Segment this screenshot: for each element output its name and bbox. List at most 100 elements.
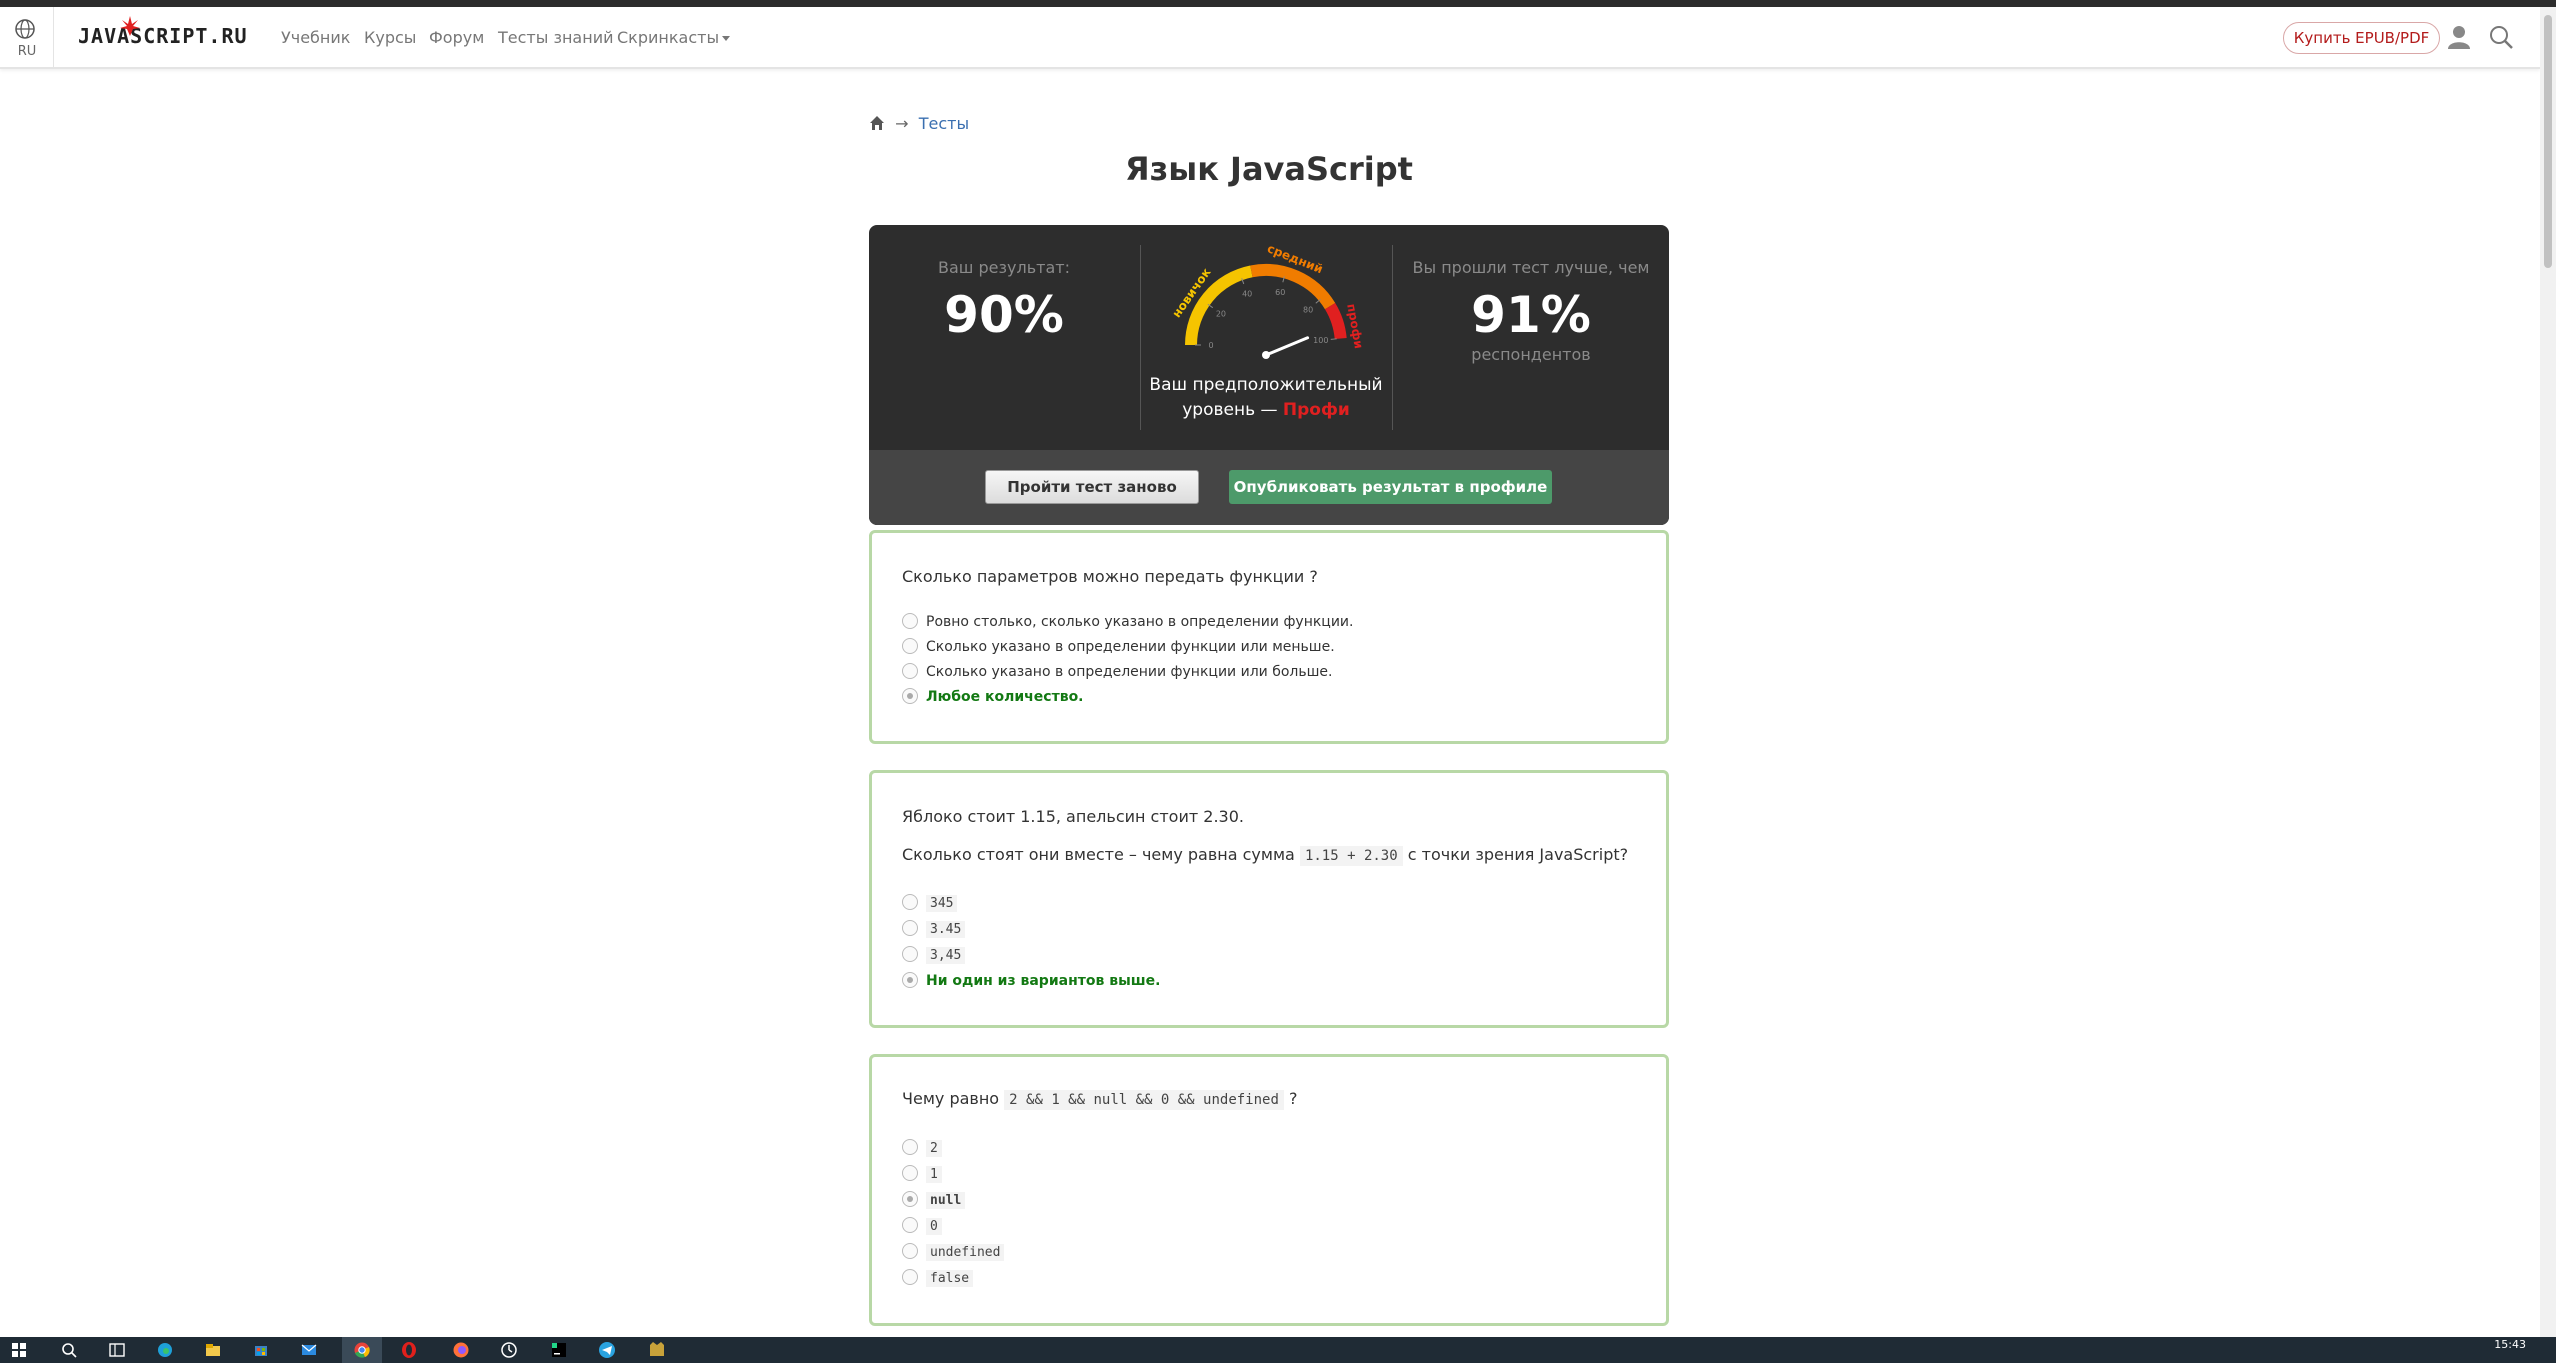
answer-label: 345 [926,895,958,912]
question-card: Чему равно 2 && 1 && null && 0 && undefi… [869,1054,1669,1326]
question-text-part: с точки зрения JavaScript? [1407,845,1629,864]
radio-button[interactable] [902,1243,918,1259]
level-value: Профи [1282,400,1350,420]
logo-mark-icon [120,16,140,36]
answer-label: Ни один из вариантов выше. [926,973,1161,989]
answer-option[interactable]: undefined [902,1243,1005,1263]
answer-label: Ровно столько, сколько указано в определ… [926,614,1354,630]
radio-button[interactable] [902,638,918,654]
buy-epub-button[interactable]: Купить EPUB/PDF [2283,22,2440,54]
answer-option[interactable]: Ровно столько, сколько указано в определ… [902,613,1354,633]
logo-text: JAVASCRIPT.RU [78,24,248,48]
clock-app-icon[interactable] [500,1341,518,1359]
nav-forum[interactable]: Форум [429,28,484,47]
radio-button[interactable] [902,1269,918,1285]
radio-button-selected[interactable] [902,972,918,988]
retry-test-button[interactable]: Пройти тест заново [985,470,1199,504]
scrollbar-thumb[interactable] [2544,15,2552,268]
score-label: Ваш результат: [938,258,1070,277]
answer-option[interactable]: 0 [902,1217,942,1237]
answer-option[interactable]: Сколько указано в определении функции ил… [902,663,1332,683]
answer-option[interactable]: 1 [902,1165,942,1185]
task-view-icon[interactable] [108,1341,126,1359]
radio-button-selected[interactable] [902,1191,918,1207]
answer-option-selected[interactable]: null [902,1191,966,1211]
answer-label: null [926,1192,966,1209]
question-text-part: Чему равно [902,1089,1000,1108]
site-logo[interactable]: JAVASCRIPT.RU [78,16,248,48]
answer-option[interactable]: 2 [902,1139,942,1159]
question-text: Чему равно 2 && 1 && null && 0 && undefi… [902,1089,1298,1110]
answer-option[interactable]: 345 [902,894,958,914]
question-text-part: ? [1288,1089,1298,1108]
search-icon[interactable] [2488,24,2514,50]
breadcrumb-arrow: → [890,114,914,133]
page-scrollbar[interactable] [2540,7,2556,1337]
radio-button[interactable] [902,1217,918,1233]
answer-option-correct[interactable]: Любое количество. [902,688,1084,708]
question-text-2: Сколько стоят они вместе – чему равна су… [902,845,1629,866]
gauge-tick-label: 0 [1208,341,1213,350]
firefox-icon[interactable] [452,1341,470,1359]
nav-quizzes[interactable]: Тесты знаний [498,28,613,47]
language-switcher[interactable]: RU [0,7,54,69]
answer-option[interactable]: 3.45 [902,920,966,940]
gauge-tick [1330,338,1337,340]
gauge-tick-label: 100 [1313,336,1328,345]
percentile-value: 91% [1471,286,1591,344]
percentile-sub: респондентов [1471,345,1591,364]
edge-icon[interactable] [156,1341,174,1359]
gauge-tick-label: 60 [1275,288,1285,297]
publish-result-button[interactable]: Опубликовать результат в профиле [1229,470,1552,504]
nav-courses[interactable]: Курсы [364,28,416,47]
radio-button[interactable] [902,1165,918,1181]
question-card: Сколько параметров можно передать функци… [869,530,1669,744]
answer-label: undefined [926,1244,1005,1261]
ide-icon[interactable] [550,1341,568,1359]
site-header: RU JAVASCRIPT.RU Учебник Курсы Форум Тес… [0,7,2540,69]
radio-button[interactable] [902,613,918,629]
gauge-needle [1264,336,1310,357]
answer-label: Сколько указано в определении функции ил… [926,639,1335,655]
chrome-icon[interactable] [353,1341,371,1359]
telegram-icon[interactable] [598,1341,616,1359]
os-taskbar: 15:43 [0,1337,2556,1363]
game-icon[interactable] [648,1341,666,1359]
home-icon[interactable] [869,115,885,131]
question-code: 1.15 + 2.30 [1299,846,1403,866]
nav-screencasts[interactable]: Скринкасты [617,28,731,47]
taskbar-clock[interactable]: 15:43 [2494,1339,2526,1350]
answer-option[interactable]: 3,45 [902,946,966,966]
radio-button[interactable] [902,1139,918,1155]
answer-option-correct[interactable]: Ни один из вариантов выше. [902,972,1160,992]
gauge-tick-label: 80 [1303,306,1313,315]
user-icon[interactable] [2446,24,2472,50]
radio-button[interactable] [902,663,918,679]
level-text: Ваш предположительный уровень — Профи [1141,373,1391,423]
search-icon[interactable] [60,1341,78,1359]
windows-start-icon[interactable] [10,1341,28,1359]
nav-tutorial[interactable]: Учебник [281,28,350,47]
score-block: Ваш результат: 90% [869,225,1139,450]
result-panel: Ваш результат: 90% 0 20 40 60 80 100 новичок … [869,225,1669,525]
radio-button[interactable] [902,946,918,962]
question-text-part: Сколько стоят они вместе – чему равна су… [902,845,1295,864]
question-code: 2 && 1 && null && 0 && undefined [1004,1090,1284,1110]
answer-option[interactable]: false [902,1269,974,1289]
opera-icon[interactable] [400,1341,418,1359]
answer-label: 2 [926,1140,942,1157]
radio-button[interactable] [902,894,918,910]
radio-button-selected[interactable] [902,688,918,704]
breadcrumb-link-tests[interactable]: Тесты [919,114,969,133]
gauge-tick-label: 20 [1216,309,1226,318]
answer-label: false [926,1270,974,1287]
store-icon[interactable] [252,1341,270,1359]
top-strip [0,0,2556,7]
gauge-tick-label: 40 [1242,289,1252,298]
answer-option[interactable]: Сколько указано в определении функции ил… [902,638,1335,658]
folder-icon[interactable] [204,1341,222,1359]
radio-button[interactable] [902,920,918,936]
answer-label: 3.45 [926,921,966,938]
mail-icon[interactable] [300,1341,318,1359]
gauge-arc-high [1324,302,1347,340]
